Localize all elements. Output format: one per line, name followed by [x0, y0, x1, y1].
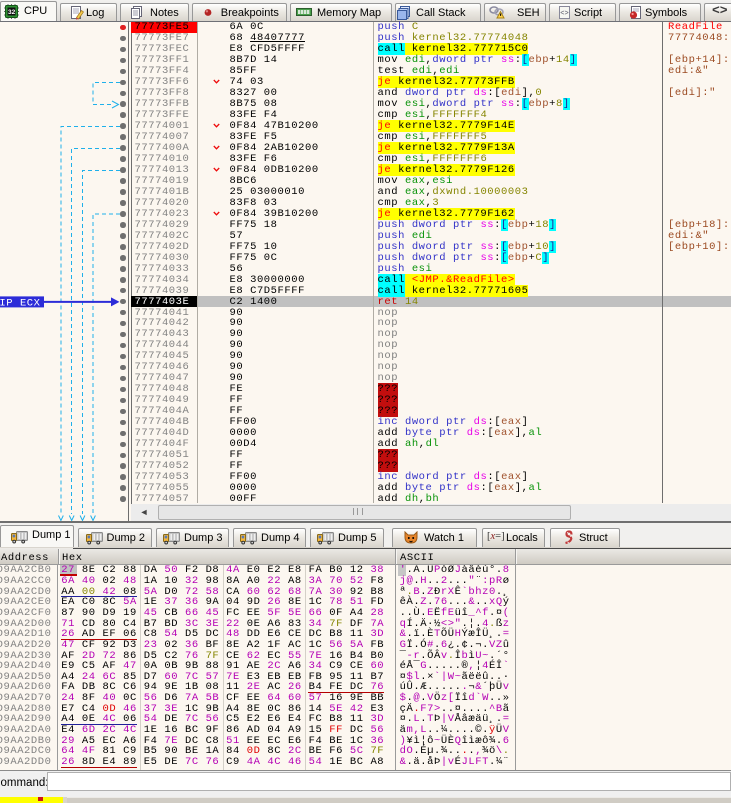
svg-text:<>: <> [560, 10, 568, 18]
svg-text:EIP ECX: EIP ECX [0, 297, 41, 309]
svg-text:32: 32 [8, 9, 16, 16]
